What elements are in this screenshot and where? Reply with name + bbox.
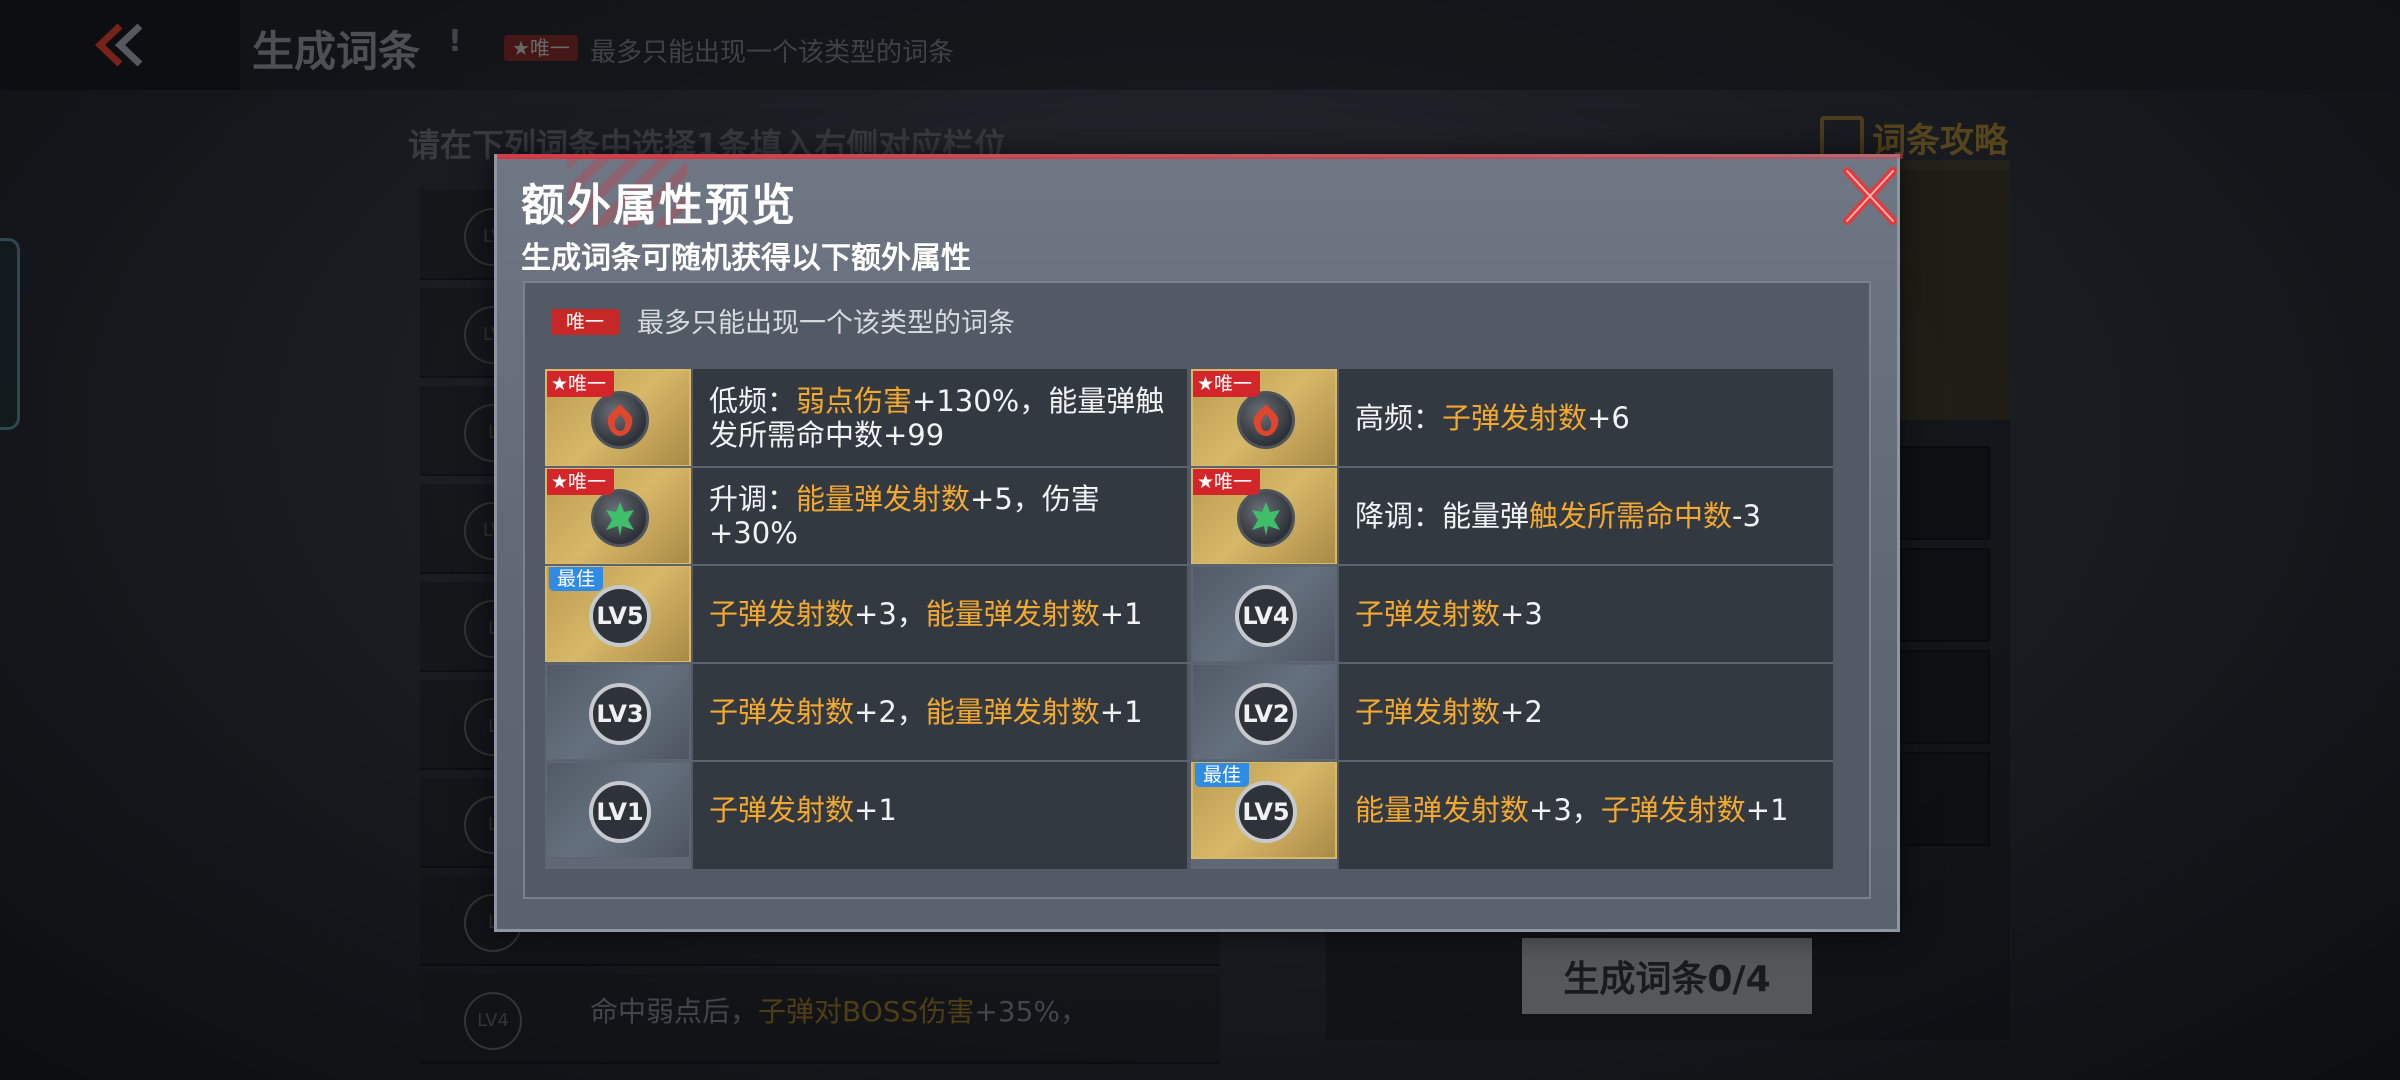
attribute-icon-box: ★唯一 [1191,467,1337,565]
red-flame-crest-icon [1237,391,1295,449]
grid-bottom-edge [545,859,1833,869]
green-leaf-crest-icon [591,489,649,547]
green-leaf-crest-icon [606,502,634,536]
attribute-icon-box: LV4 [1191,565,1337,663]
attribute-cell: LV3 子弹发射数+2，能量弹发射数+1 [545,663,1187,761]
row-divider [545,466,1833,468]
attribute-icon-box: ★唯一 [545,369,691,467]
level-badge: LV3 [589,683,651,745]
attribute-icon-box: ★唯一 [1191,369,1337,467]
best-tag: 最佳 [1195,763,1250,787]
level-badge: LV4 [1235,585,1297,647]
red-flame-crest-icon [591,391,649,449]
attribute-cell: LV1 子弹发射数+1 [545,761,1187,859]
level-badge: LV1 [589,781,651,843]
extra-attribute-preview-dialog: 额外属性预览 生成词条可随机获得以下额外属性 唯一 最多只能出现一个该类型的词条… [494,154,1903,932]
attribute-cell: LV5 最佳 子弹发射数+3，能量弹发射数+1 [545,565,1187,663]
dialog-accent-line [497,154,1903,159]
attribute-cell: ★唯一 升调：能量弹发射数+5，伤害+30% [545,467,1187,565]
green-leaf-crest-icon [1252,502,1280,536]
attribute-description: 子弹发射数+2 [1339,663,1833,761]
attribute-cell: ★唯一 高频：子弹发射数+6 [1191,369,1833,467]
unique-tag: ★唯一 [547,371,615,397]
row-divider [545,564,1833,566]
unique-tag: ★唯一 [547,469,615,495]
attribute-panel: 唯一 最多只能出现一个该类型的词条 ★唯一 低频：弱点伤害+130%，能量弹触发所… [523,281,1871,899]
close-icon [1843,167,1897,225]
attribute-description: 子弹发射数+3 [1339,565,1833,663]
attribute-icon-box: LV3 [545,663,691,761]
close-button[interactable] [1837,163,1903,229]
level-badge: LV2 [1235,683,1297,745]
row-divider [545,662,1833,664]
dialog-title: 额外属性预览 [521,180,797,231]
red-flame-crest-icon [607,404,633,436]
attribute-cell: LV2 子弹发射数+2 [1191,663,1833,761]
row-divider [545,760,1833,762]
attribute-description: 子弹发射数+1 [693,761,1187,859]
green-leaf-crest-icon [1237,489,1295,547]
level-badge: LV5 [1235,781,1297,843]
attribute-description: 能量弹发射数+3，子弹发射数+1 [1339,761,1833,859]
attribute-description: 子弹发射数+3，能量弹发射数+1 [693,565,1187,663]
legend-unique-badge: 唯一 [551,309,619,335]
attribute-description: 高频：子弹发射数+6 [1339,369,1833,467]
level-badge: LV5 [589,585,651,647]
attribute-cell: LV4 子弹发射数+3 [1191,565,1833,663]
attribute-description: 低频：弱点伤害+130%，能量弹触发所需命中数+99 [693,369,1187,467]
attribute-cell: LV5 最佳 能量弹发射数+3，子弹发射数+1 [1191,761,1833,859]
attribute-icon-box: LV1 [545,761,691,859]
red-flame-crest-icon [1253,404,1279,436]
unique-tag: ★唯一 [1193,371,1261,397]
dialog-subtitle: 生成词条可随机获得以下额外属性 [521,241,971,276]
attribute-description: 子弹发射数+2，能量弹发射数+1 [693,663,1187,761]
best-tag: 最佳 [549,567,604,591]
legend-description: 最多只能出现一个该类型的词条 [637,308,1015,339]
unique-tag: ★唯一 [1193,469,1261,495]
attribute-description: 升调：能量弹发射数+5，伤害+30% [693,467,1187,565]
attribute-icon-box: LV5 最佳 [1191,761,1337,859]
attribute-icon-box: LV5 最佳 [545,565,691,663]
attribute-icon-box: ★唯一 [545,467,691,565]
attribute-icon-box: LV2 [1191,663,1337,761]
attribute-cell: ★唯一 低频：弱点伤害+130%，能量弹触发所需命中数+99 [545,369,1187,467]
attribute-cell: ★唯一 降调：能量弹触发所需命中数-3 [1191,467,1833,565]
attribute-description: 降调：能量弹触发所需命中数-3 [1339,467,1833,565]
